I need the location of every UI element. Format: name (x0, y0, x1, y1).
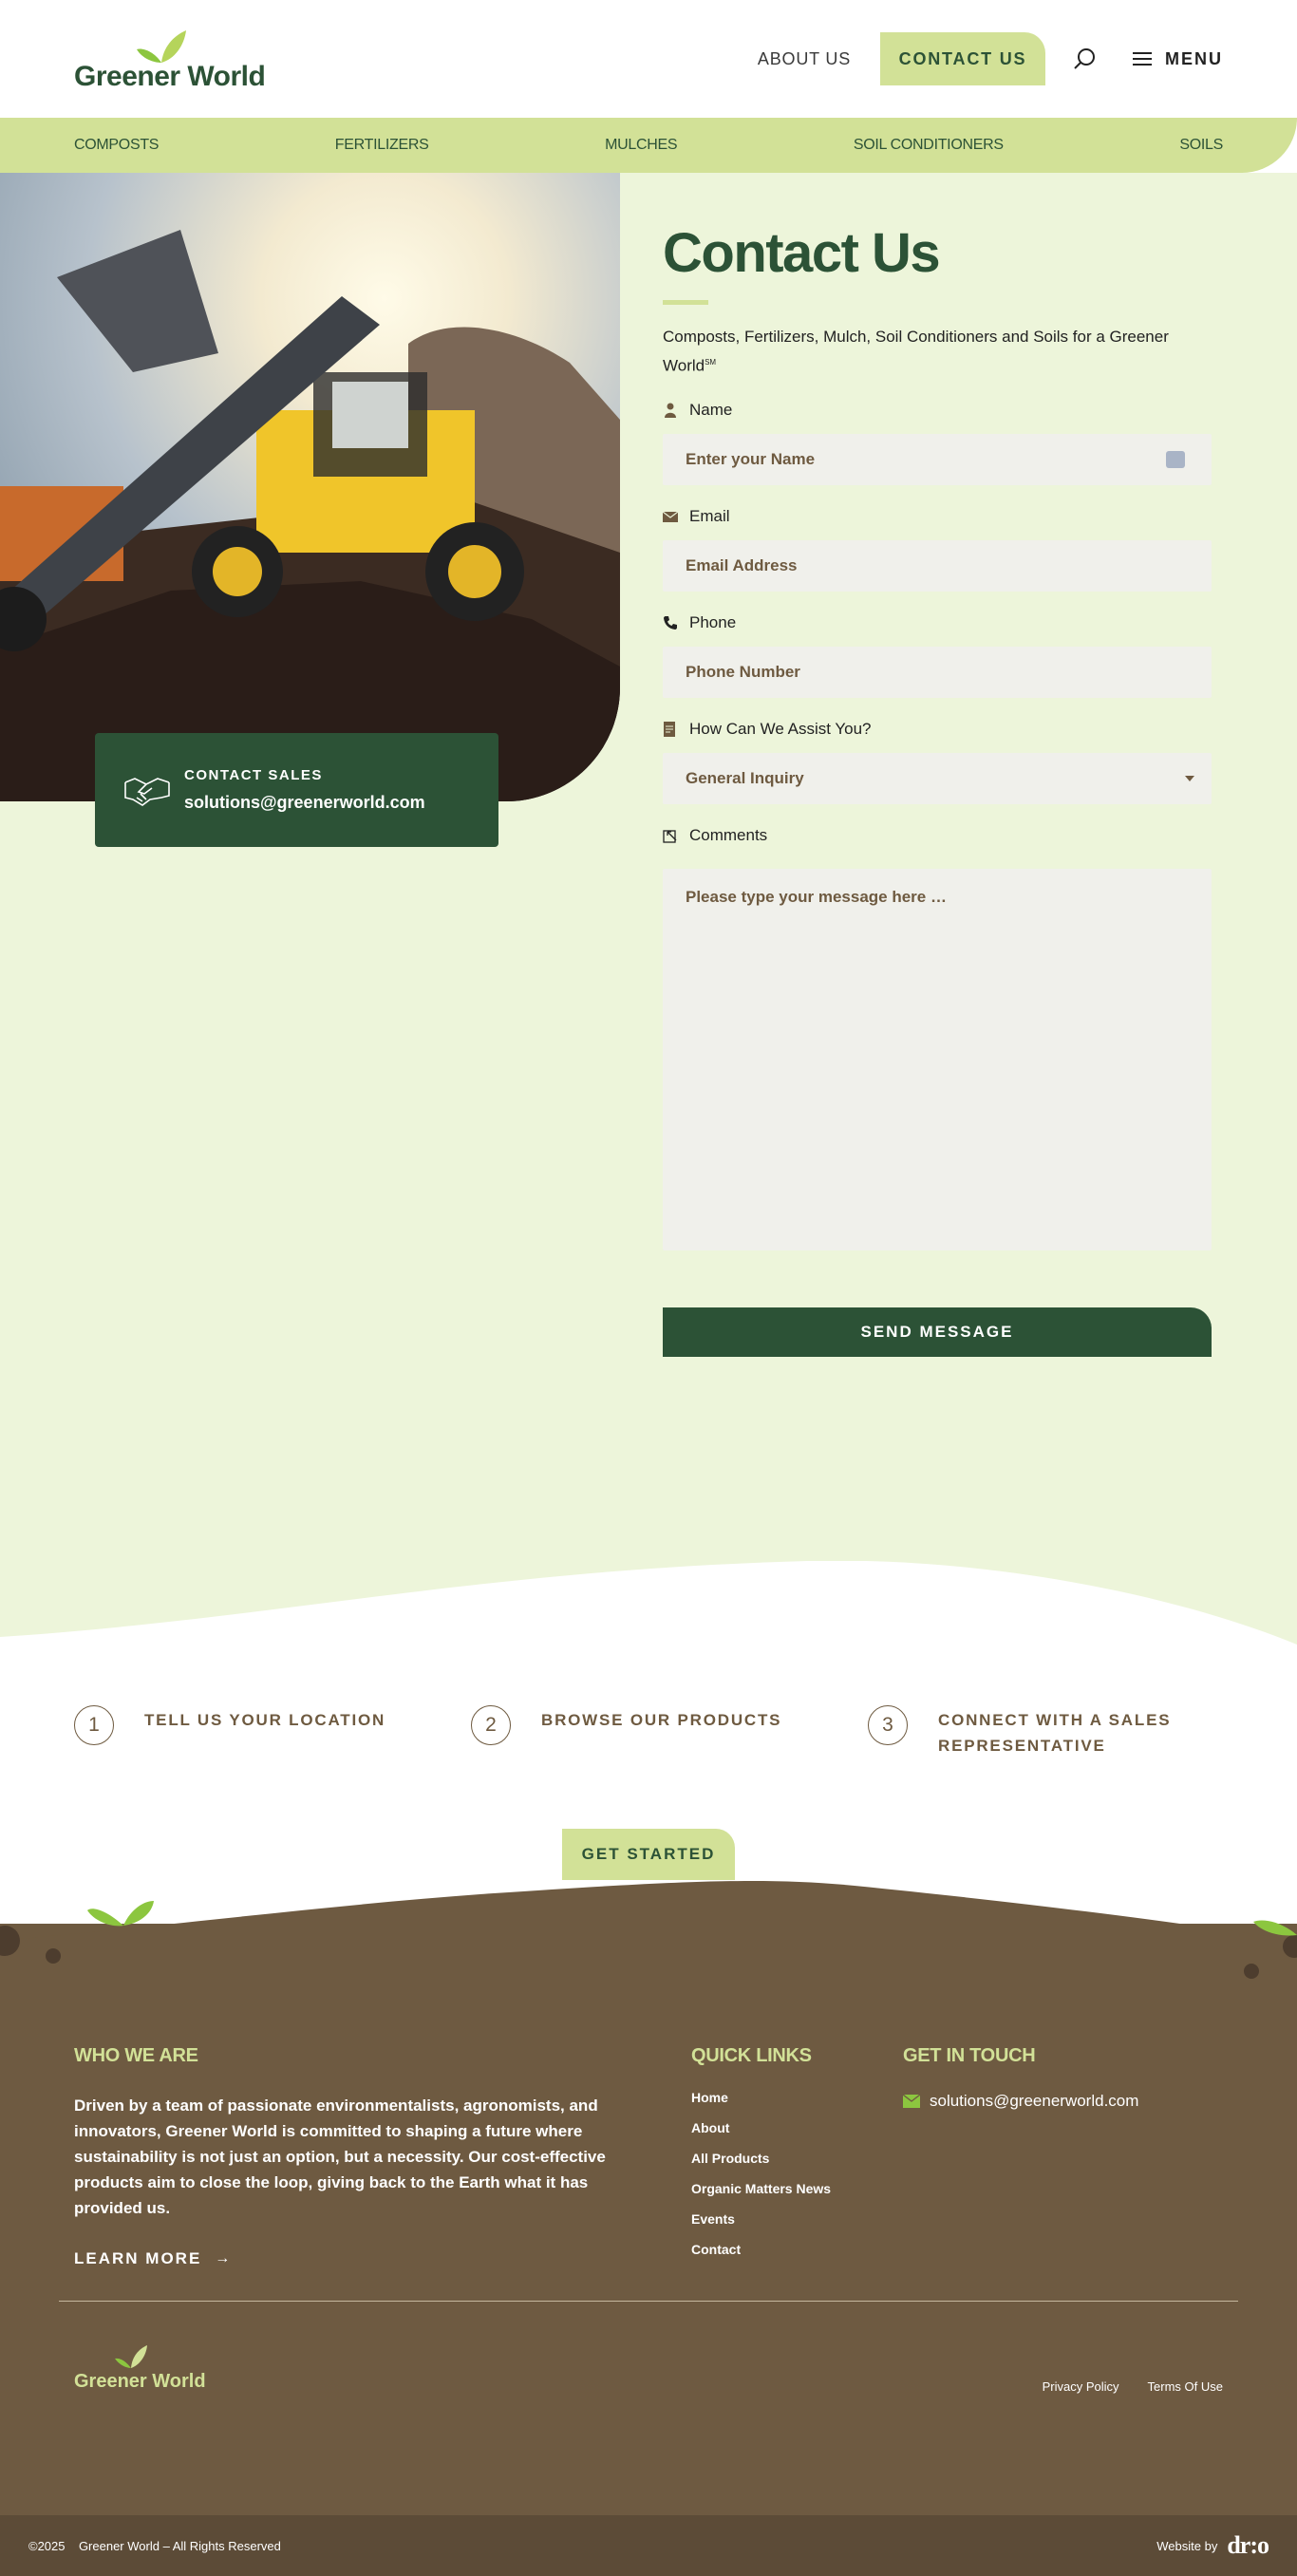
privacy-policy-link[interactable]: Privacy Policy (1043, 2379, 1119, 2394)
phone-label: Phone (663, 611, 1212, 635)
footer-link-events[interactable]: Events (691, 2204, 831, 2234)
title-underline (663, 300, 708, 305)
website-by-credit[interactable]: Website by dr:o (1156, 2531, 1269, 2560)
step-3: 3 CONNECT WITH A SALES REPRESENTATIVE (868, 1705, 1185, 1758)
who-we-are-heading: WHO WE ARE (74, 2045, 198, 2066)
footer-link-contact[interactable]: Contact (691, 2234, 831, 2265)
loader-compost-photo (0, 173, 620, 801)
site-footer: WHO WE ARE Driven by a team of passionat… (0, 1880, 1297, 2576)
footer-link-home[interactable]: Home (691, 2082, 831, 2113)
leaf-icon (137, 30, 186, 63)
category-fertilizers[interactable]: FERTILIZERS (335, 137, 429, 154)
name-label: Name (663, 398, 1212, 423)
person-icon (665, 403, 676, 418)
contact-section: CONTACT SALES solutions@greenerworld.com… (0, 173, 1297, 1656)
email-placeholder: Email Address (686, 555, 798, 574)
get-in-touch-column: GET IN TOUCH solutions@greenerworld.com (903, 2045, 1138, 2111)
phone-field[interactable]: Phone Number (663, 646, 1212, 698)
copyright-bar: ©2025 Greener World – All Rights Reserve… (0, 2515, 1297, 2576)
handshake-icon (124, 778, 170, 806)
envelope-icon (903, 2095, 920, 2108)
quick-links-column: QUICK LINKS Home About All Products Orga… (691, 2045, 831, 2265)
email-label: Email (663, 504, 1212, 529)
who-we-are-text: Driven by a team of passionate environme… (74, 2097, 606, 2217)
category-composts[interactable]: COMPOSTS (74, 137, 159, 154)
service-mark: SM (705, 358, 717, 367)
envelope-icon (663, 511, 678, 522)
footer-email-link[interactable]: solutions@greenerworld.com (903, 2092, 1138, 2111)
learn-more-link[interactable]: LEARN MORE → (74, 2249, 615, 2268)
agency-logo: dr:o (1227, 2531, 1269, 2559)
page-subtitle: Composts, Fertilizers, Mulch, Soil Condi… (663, 328, 1169, 375)
category-bar: COMPOSTS FERTILIZERS MULCHES SOIL CONDIT… (0, 118, 1297, 173)
header-nav: ABOUT US CONTACT US MENU (758, 32, 1223, 85)
footer-wave (0, 1880, 1297, 2000)
logo-text: Greener World (74, 61, 266, 92)
site-header: Greener World ABOUT US CONTACT US MENU (0, 0, 1297, 118)
category-mulches[interactable]: MULCHES (605, 137, 677, 154)
footer-logo[interactable]: Greener World (74, 2345, 206, 2393)
terms-of-use-link[interactable]: Terms Of Use (1148, 2379, 1223, 2394)
leaf-icon (115, 2345, 147, 2368)
comments-label: Comments (663, 823, 1212, 848)
contact-form: Contact Us Composts, Fertilizers, Mulch,… (663, 226, 1212, 1357)
step-number: 2 (471, 1705, 511, 1745)
greener-world-logo[interactable]: Greener World (74, 30, 266, 93)
contact-sales-label: CONTACT SALES (184, 767, 323, 783)
contact-us-button[interactable]: CONTACT US (880, 32, 1045, 85)
get-in-touch-heading: GET IN TOUCH (903, 2045, 1036, 2066)
step-text: BROWSE OUR PRODUCTS (541, 1711, 782, 1729)
quick-links-heading: QUICK LINKS (691, 2045, 812, 2066)
contact-sales-card: CONTACT SALES solutions@greenerworld.com (95, 733, 498, 847)
phone-placeholder: Phone Number (686, 662, 800, 681)
autofill-icon[interactable] (1166, 450, 1185, 468)
email-field[interactable]: Email Address (663, 539, 1212, 592)
menu-button[interactable]: MENU (1133, 48, 1223, 69)
send-message-button[interactable]: SEND MESSAGE (663, 1307, 1212, 1357)
sales-email-link[interactable]: solutions@greenerworld.com (184, 793, 425, 813)
footer-link-all-products[interactable]: All Products (691, 2143, 831, 2173)
comments-textarea[interactable]: Please type your message here … (663, 868, 1212, 1250)
step-1: 1 TELL US YOUR LOCATION (74, 1705, 391, 1745)
step-number: 1 (74, 1705, 114, 1745)
page-title: Contact Us (663, 222, 941, 284)
step-text: CONNECT WITH A SALES REPRESENTATIVE (938, 1711, 1172, 1755)
step-number: 3 (868, 1705, 908, 1745)
legal-links: Privacy Policy Terms Of Use (1043, 2379, 1223, 2394)
footer-link-organic-matters-news[interactable]: Organic Matters News (691, 2173, 831, 2204)
category-soil-conditioners[interactable]: SOIL CONDITIONERS (854, 137, 1004, 154)
who-we-are-column: WHO WE ARE Driven by a team of passionat… (74, 2045, 615, 2268)
website-by-label: Website by (1156, 2538, 1218, 2553)
name-placeholder: Enter your Name (686, 449, 816, 468)
comments-placeholder: Please type your message here … (686, 887, 947, 906)
copyright-text: ©2025 Greener World – All Rights Reserve… (28, 2538, 281, 2553)
step-2: 2 BROWSE OUR PRODUCTS (471, 1705, 788, 1745)
step-text: TELL US YOUR LOCATION (144, 1711, 386, 1729)
clipboard-icon (664, 721, 675, 737)
chevron-down-icon (1185, 775, 1194, 781)
hamburger-icon (1133, 48, 1152, 69)
footer-logo-text: Greener World (74, 2371, 206, 2392)
section-wave (0, 1561, 1297, 1656)
edit-icon (663, 830, 677, 843)
category-soils[interactable]: SOILS (1179, 137, 1223, 154)
photo-illustration (0, 173, 620, 801)
assist-label: How Can We Assist You? (663, 717, 1212, 742)
phone-icon (664, 615, 677, 630)
about-us-link[interactable]: ABOUT US (758, 49, 851, 69)
assist-select[interactable]: General Inquiry (663, 752, 1212, 804)
search-icon[interactable] (1072, 47, 1097, 71)
arrow-right-icon: → (215, 2250, 233, 2266)
menu-label: MENU (1165, 48, 1223, 68)
name-field[interactable]: Enter your Name (663, 433, 1212, 485)
assist-selected-value: General Inquiry (686, 768, 804, 787)
footer-link-about[interactable]: About (691, 2113, 831, 2143)
footer-divider (59, 2301, 1238, 2302)
